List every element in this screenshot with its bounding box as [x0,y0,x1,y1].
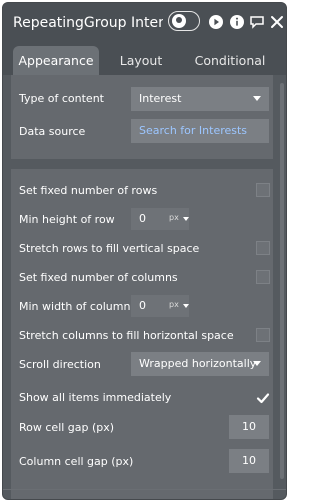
appearance-content: Type of content Interest Data source Sea… [3,75,286,499]
type-of-content-label: Type of content [19,92,104,105]
min-height-row-unit: px [169,213,179,222]
stretch-columns-checkbox[interactable] [256,328,270,342]
min-width-column-label: Min width of column [19,300,131,313]
toggle-switch[interactable] [168,11,200,31]
set-fixed-rows-checkbox[interactable] [256,183,270,197]
min-height-row-input[interactable]: 0 px [131,208,189,230]
panel-header: RepeatingGroup Interest [3,3,286,41]
unit-dropdown-icon [183,304,189,308]
stretch-rows-label: Stretch rows to fill vertical space [19,242,200,255]
set-fixed-rows-label: Set fixed number of rows [19,184,158,197]
row-cell-gap-input[interactable]: 10 [229,415,269,439]
min-width-column-input[interactable]: 0 px [131,295,189,317]
chevron-down-icon [253,96,261,101]
panel-title: RepeatingGroup Interest [13,15,163,31]
close-icon[interactable] [269,14,285,30]
min-height-row-label: Min height of row [19,213,115,226]
stretch-columns-label: Stretch columns to fill horizontal space [19,329,234,342]
chevron-down-icon [253,361,261,366]
data-source-input[interactable]: Search for Interests [131,119,269,143]
vertical-scrollbar[interactable] [280,83,284,479]
play-icon[interactable] [208,14,224,30]
set-fixed-columns-label: Set fixed number of columns [19,271,178,284]
scroll-direction-value: Wrapped horizontally [139,357,257,370]
row-cell-gap-label: Row cell gap (px) [19,421,115,434]
scroll-direction-select[interactable]: Wrapped horizontally [131,352,269,376]
show-all-items-checkbox[interactable] [256,390,270,404]
unit-dropdown-icon [183,217,189,221]
min-width-column-value: 0 [139,299,146,312]
stretch-rows-checkbox[interactable] [256,241,270,255]
info-icon[interactable] [229,14,245,30]
tab-appearance[interactable]: Appearance [13,46,99,75]
column-cell-gap-input[interactable]: 10 [229,449,269,473]
set-fixed-columns-checkbox[interactable] [256,270,270,284]
property-editor-panel: RepeatingGroup Interest [2,2,287,500]
data-source-label: Data source [19,125,86,138]
type-of-content-select[interactable]: Interest [131,87,269,111]
tab-layout[interactable]: Layout [109,46,173,75]
check-icon [256,393,270,404]
toggle-knob-icon [172,14,186,28]
data-source-placeholder: Search for Interests [139,124,248,137]
show-all-items-label: Show all items immediately [19,391,172,404]
scroll-direction-label: Scroll direction [19,358,101,371]
tab-conditional[interactable]: Conditional [187,46,273,75]
column-cell-gap-label: Column cell gap (px) [19,455,134,468]
comment-icon[interactable] [249,14,265,30]
min-height-row-value: 0 [139,212,146,225]
bottom-divider [3,489,286,490]
type-of-content-value: Interest [139,92,182,105]
tab-bar: Appearance Layout Conditional [3,41,286,75]
min-width-column-unit: px [169,300,179,309]
